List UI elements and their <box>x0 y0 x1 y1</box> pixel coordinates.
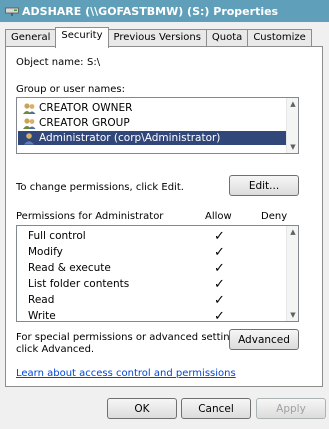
user-icon <box>24 132 34 144</box>
properties-dialog: ADSHARE (\\GOFASTBMW) (S:) Properties Ge… <box>0 0 329 429</box>
group-icon <box>23 117 36 129</box>
tab-security[interactable]: Security <box>55 27 109 48</box>
cancel-button[interactable]: Cancel <box>181 398 251 419</box>
allow-check-icon: ✓ <box>214 244 225 260</box>
permission-row: Read & execute ✓ <box>18 260 296 276</box>
scroll-up-icon[interactable]: ▲ <box>288 227 298 237</box>
tab-general[interactable]: General <box>5 29 57 47</box>
advanced-button[interactable]: Advanced <box>229 329 299 350</box>
tab-strip: General Security Previous Versions Quota… <box>5 27 312 48</box>
permission-name: Read & execute <box>28 262 111 274</box>
permission-name: Read <box>28 294 55 306</box>
permission-row: List folder contents ✓ <box>18 276 296 292</box>
apply-button[interactable]: Apply <box>256 398 326 419</box>
allow-check-icon: ✓ <box>214 228 225 244</box>
tab-customize[interactable]: Customize <box>247 29 312 47</box>
permissions-list[interactable]: Full control ✓ Modify ✓ Read & execute ✓… <box>16 225 299 322</box>
list-item-label: Administrator (corp\Administrator) <box>39 132 221 144</box>
allow-check-icon: ✓ <box>214 260 225 276</box>
permission-name: Full control <box>28 230 86 242</box>
list-item-administrator[interactable]: Administrator (corp\Administrator) <box>18 131 286 145</box>
list-item-creator-group[interactable]: CREATOR GROUP <box>18 116 284 130</box>
group-users-label: Group or user names: <box>16 84 125 95</box>
group-icon <box>23 102 36 114</box>
permissions-for-label: Permissions for Administrator <box>16 211 164 222</box>
allow-header: Allow <box>205 211 232 222</box>
permission-row: Modify ✓ <box>18 244 296 260</box>
permissions-scrollbar[interactable]: ▲ ▼ <box>286 226 298 321</box>
group-list-scrollbar[interactable]: ▲ ▼ <box>286 98 298 153</box>
scroll-down-icon[interactable]: ▼ <box>288 142 298 152</box>
permission-row: Full control ✓ <box>18 228 296 244</box>
permission-name: Write <box>28 310 56 322</box>
deny-header: Deny <box>261 211 288 222</box>
learn-permissions-link[interactable]: Learn about access control and permissio… <box>16 368 236 379</box>
object-name-value: S:\ <box>87 57 101 68</box>
window-title: ADSHARE (\\GOFASTBMW) (S:) Properties <box>22 4 279 18</box>
list-item-creator-owner[interactable]: CREATOR OWNER <box>18 101 284 115</box>
allow-check-icon: ✓ <box>214 292 225 308</box>
ok-button[interactable]: OK <box>107 398 177 419</box>
title-bar[interactable]: ADSHARE (\\GOFASTBMW) (S:) Properties <box>0 0 329 22</box>
network-drive-icon <box>5 7 19 16</box>
change-permissions-text: To change permissions, click Edit. <box>16 182 184 193</box>
security-tab-panel: Object name: S:\ Group or user names: CR… <box>5 46 323 387</box>
scroll-down-icon[interactable]: ▼ <box>288 310 298 320</box>
tab-quota[interactable]: Quota <box>205 29 249 47</box>
list-item-label: CREATOR OWNER <box>39 102 133 114</box>
permission-row: Read ✓ <box>18 292 296 308</box>
edit-button[interactable]: Edit... <box>229 175 299 196</box>
special-permissions-text-line2: click Advanced. <box>16 344 95 355</box>
permission-row: Write ✓ <box>18 308 296 322</box>
object-name-label: Object name: <box>16 57 84 68</box>
tab-previous-versions[interactable]: Previous Versions <box>107 29 207 47</box>
group-users-list[interactable]: CREATOR OWNER CREATOR GROUP Administrato… <box>16 97 299 154</box>
special-permissions-text-line1: For special permissions or advanced sett… <box>16 332 245 343</box>
allow-check-icon: ✓ <box>214 276 225 292</box>
permission-name: Modify <box>28 246 63 258</box>
permission-name: List folder contents <box>28 278 130 290</box>
scroll-up-icon[interactable]: ▲ <box>288 99 298 109</box>
allow-check-icon: ✓ <box>214 308 225 322</box>
list-item-label: CREATOR GROUP <box>39 117 130 129</box>
